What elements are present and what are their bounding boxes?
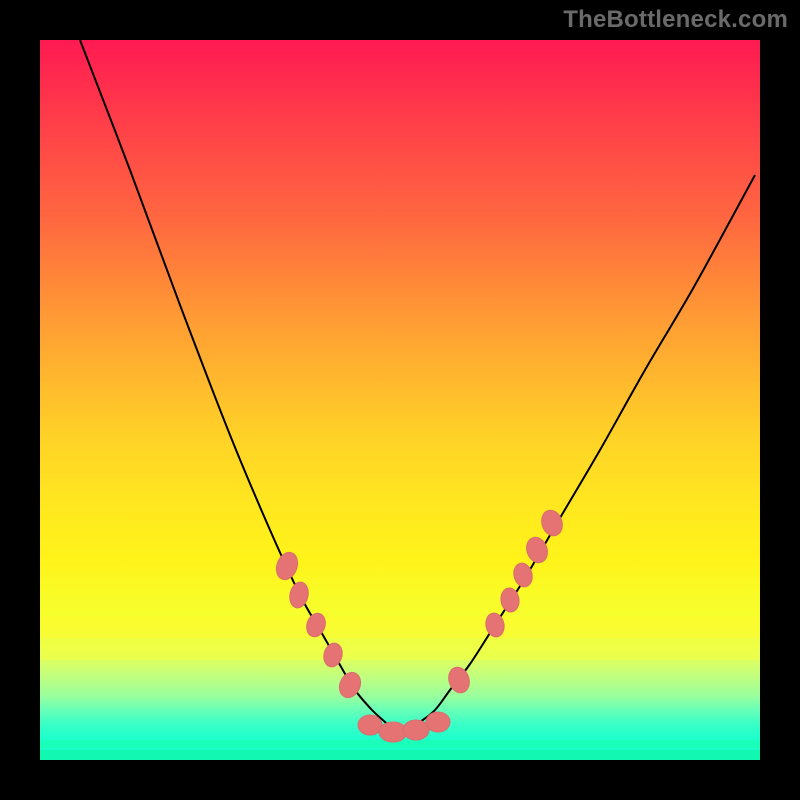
data-marker [484, 611, 507, 638]
chart-stage: TheBottleneck.com [0, 0, 800, 800]
data-marker [538, 508, 565, 539]
data-marker [358, 715, 382, 735]
plot-area [40, 40, 760, 760]
data-marker [426, 712, 450, 732]
data-marker [287, 580, 310, 609]
data-marker [403, 720, 429, 740]
data-marker [321, 641, 344, 669]
data-marker [304, 611, 329, 639]
data-marker [511, 561, 534, 589]
curve-line [80, 40, 755, 732]
watermark-label: TheBottleneck.com [563, 6, 788, 34]
chart-svg [40, 40, 760, 760]
data-marker [273, 549, 301, 582]
